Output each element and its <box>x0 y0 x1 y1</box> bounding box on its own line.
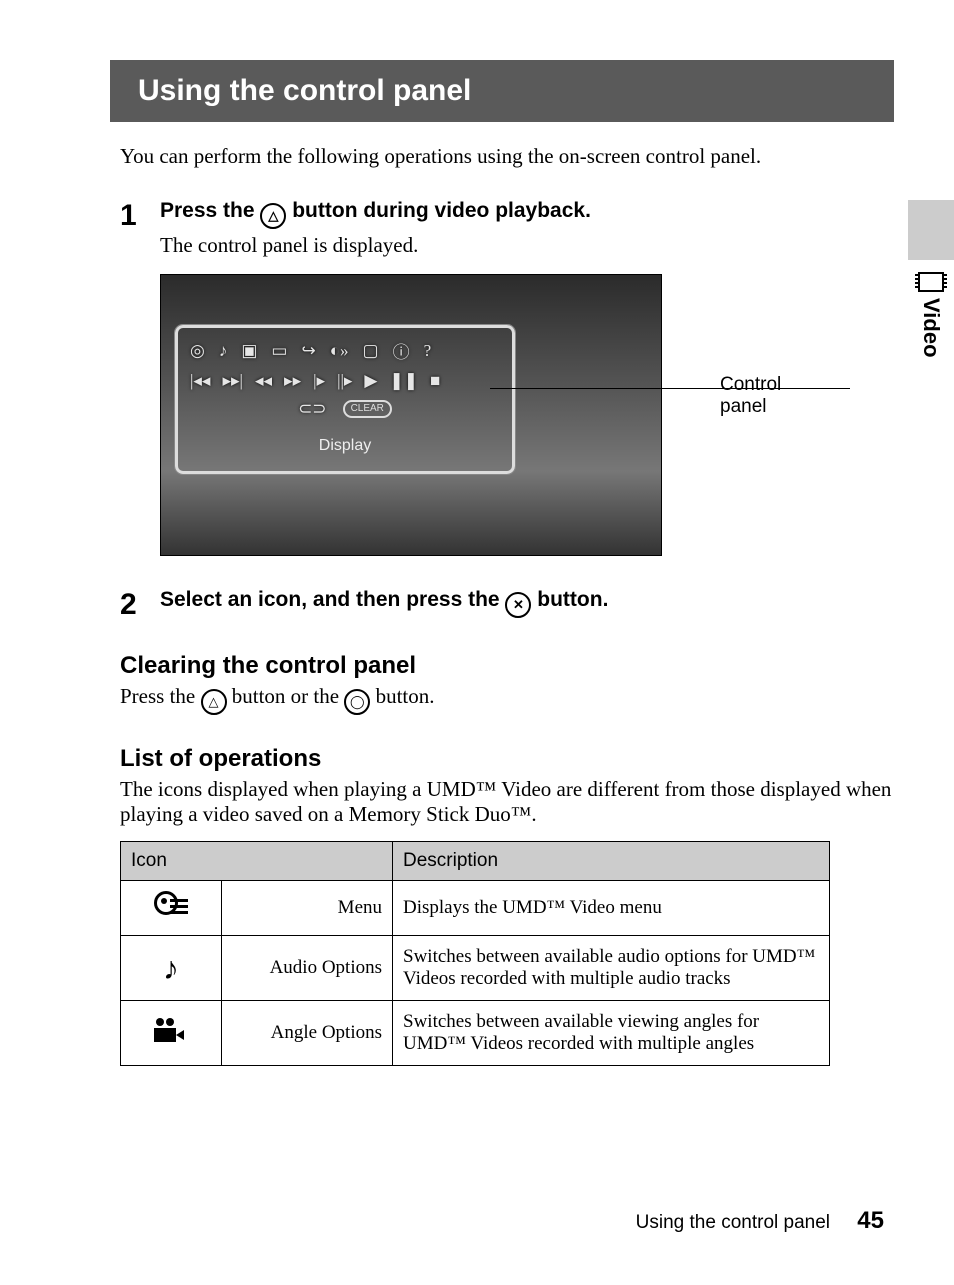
camera-angle-icon <box>121 1001 222 1066</box>
list-intro: The icons displayed when playing a UMD™ … <box>120 777 894 827</box>
frame-fwd-icon: ||▸ <box>337 371 352 391</box>
clearing-body: Press the △ button or the ◯ button. <box>120 684 894 715</box>
table-row: Menu Displays the UMD™ Video menu <box>121 881 830 936</box>
text: button during video playback. <box>286 199 591 222</box>
page-title: Using the control panel <box>110 60 894 122</box>
triangle-button-icon: △ <box>201 689 227 715</box>
info-icon: ⓘ <box>393 338 410 363</box>
pause-icon: ❚❚ <box>389 371 418 391</box>
row-label: Angle Options <box>222 1001 393 1066</box>
rewind-icon: ◂◂ <box>255 371 272 391</box>
repeat-icon: ⊂⊃ <box>298 399 327 419</box>
step-2: 2 Select an icon, and then press the ✕ b… <box>120 588 894 622</box>
goto-icon: ↪ <box>301 341 315 361</box>
clear-badge: CLEAR <box>343 400 392 418</box>
step-1: 1 Press the △ button during video playba… <box>120 199 894 580</box>
row-label: Audio Options <box>222 936 393 1001</box>
angle-icon: ▣ <box>241 341 257 361</box>
step-number: 2 <box>120 588 160 622</box>
subtitle-icon: ▭ <box>271 341 287 361</box>
frame-back-icon: |▸ <box>313 371 325 391</box>
footer-text: Using the control panel <box>636 1212 830 1233</box>
display-label: Display <box>190 437 500 455</box>
screen-icon: ▢ <box>363 341 379 361</box>
cross-button-icon: ✕ <box>505 592 531 618</box>
text: button. <box>531 588 608 611</box>
side-tab: Video <box>908 200 954 358</box>
callout-line <box>490 388 850 389</box>
th-icon: Icon <box>121 842 393 881</box>
step-1-heading: Press the △ button during video playback… <box>160 199 894 229</box>
callout-label: Control panel <box>720 374 781 418</box>
menu-icon: ◎ <box>190 341 205 361</box>
help-icon: ? <box>424 341 432 361</box>
text: button or the <box>227 684 345 708</box>
play-icon: ▶ <box>364 371 377 391</box>
screenshot-figure: ◎ ♪ ▣ ▭ ↪ ◐» ▢ ⓘ ? |◂◂ ▸▸| <box>160 274 690 556</box>
control-panel-overlay: ◎ ♪ ▣ ▭ ↪ ◐» ▢ ⓘ ? |◂◂ ▸▸| <box>175 325 515 474</box>
step-2-heading: Select an icon, and then press the ✕ but… <box>160 588 894 618</box>
stop-icon: ■ <box>430 371 440 391</box>
row-desc: Switches between available viewing angle… <box>393 1001 830 1066</box>
text: Press the <box>120 684 201 708</box>
menu-icon <box>121 881 222 936</box>
step-1-sub: The control panel is displayed. <box>160 233 894 258</box>
row-label: Menu <box>222 881 393 936</box>
text: button. <box>370 684 434 708</box>
table-row: ♪ Audio Options Switches between availab… <box>121 936 830 1001</box>
circle-button-icon: ◯ <box>344 689 370 715</box>
text: Press the <box>160 199 260 222</box>
forward-icon: ▸▸ <box>284 371 301 391</box>
list-heading: List of operations <box>120 745 894 773</box>
clearing-heading: Clearing the control panel <box>120 652 894 680</box>
next-icon: ▸▸| <box>222 371 242 391</box>
video-screenshot: ◎ ♪ ▣ ▭ ↪ ◐» ▢ ⓘ ? |◂◂ ▸▸| <box>160 274 662 556</box>
intro-text: You can perform the following operations… <box>120 144 894 169</box>
side-tab-label: Video <box>918 272 944 358</box>
table-row: Angle Options Switches between available… <box>121 1001 830 1066</box>
side-tab-text: Video <box>918 298 944 358</box>
th-desc: Description <box>393 842 830 881</box>
page-footer: Using the control panel 45 <box>636 1207 884 1235</box>
prev-icon: |◂◂ <box>190 371 210 391</box>
side-tab-grey <box>908 200 954 260</box>
page-number: 45 <box>857 1207 884 1234</box>
audio-icon: ♪ <box>219 341 228 361</box>
text: Select an icon, and then press the <box>160 588 505 611</box>
volume-icon: ◐» <box>330 341 349 361</box>
row-desc: Switches between available audio options… <box>393 936 830 1001</box>
operations-table: Icon Description Menu Displays the UMD™ … <box>120 841 830 1066</box>
step-number: 1 <box>120 199 160 233</box>
audio-note-icon: ♪ <box>121 936 222 1001</box>
triangle-button-icon: △ <box>260 203 286 229</box>
film-icon <box>918 272 944 292</box>
row-desc: Displays the UMD™ Video menu <box>393 881 830 936</box>
